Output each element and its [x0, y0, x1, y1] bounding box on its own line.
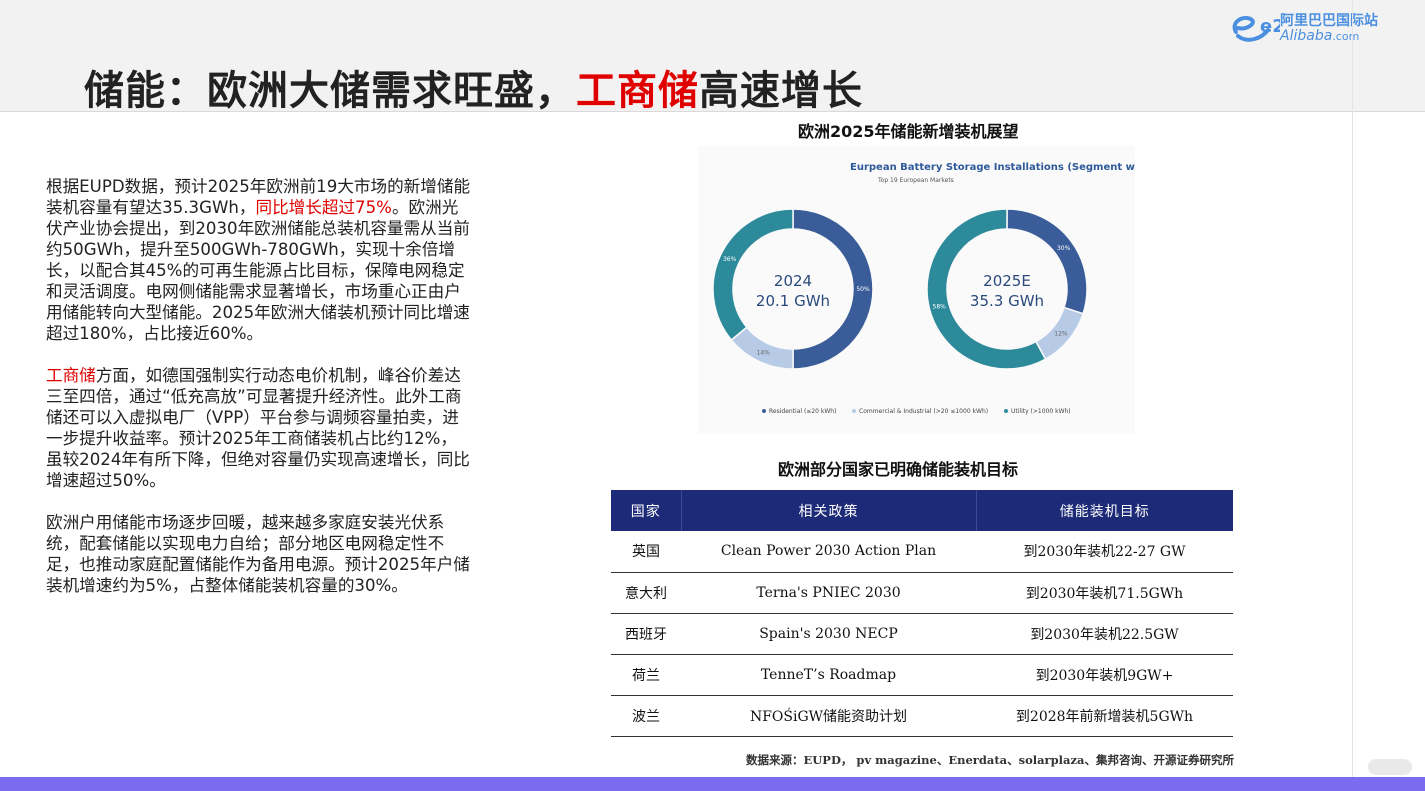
chart-section-title: 欧洲2025年储能新增装机展望: [798, 122, 1019, 141]
slice-label: 36%: [723, 256, 737, 263]
cell-policy: TenneT’s Roadmap: [681, 654, 976, 696]
alibaba-e-icon: e2: [1232, 15, 1285, 42]
cell-policy: Spain's 2030 NECP: [681, 613, 976, 655]
cell-country: 波兰: [611, 695, 681, 737]
cell-target: 到2030年装机71.5GWh: [976, 572, 1233, 614]
table-row: 意大利 Terna's PNIEC 2030 到2030年装机71.5GWh: [611, 572, 1233, 614]
cell-policy: Terna's PNIEC 2030: [681, 572, 976, 614]
slice-label: 50%: [856, 286, 870, 293]
cell-target: 到2028年前新增装机5GWh: [976, 695, 1233, 737]
p2-highlight: 工商储: [46, 366, 96, 385]
header-target: 储能装机目标: [975, 490, 1233, 531]
table-row: 西班牙 Spain's 2030 NECP 到2030年装机22.5GW: [611, 613, 1233, 655]
legend-swatch: [1004, 409, 1008, 413]
logo-en-word: Alibaba: [1280, 28, 1333, 44]
header-policy: 相关政策: [680, 490, 976, 531]
legend-swatch: [762, 409, 766, 413]
targets-table-panel: 国家 相关政策 储能装机目标 英国 Clean Power 2030 Actio…: [599, 481, 1250, 747]
targets-table: 国家 相关政策 储能装机目标 英国 Clean Power 2030 Actio…: [611, 490, 1233, 737]
legend-swatch: [852, 409, 856, 413]
donut-chart-panel: Eurpean Battery Storage Installations (S…: [698, 146, 1135, 434]
cell-target: 到2030年装机9GW+: [976, 654, 1233, 696]
cell-country: 意大利: [611, 572, 681, 614]
alibaba-logo: e2 阿里巴巴国际站 Alibaba.com: [1226, 8, 1396, 48]
body-text: 根据EUPD数据，预计2025年欧洲前19大市场的新增储能装机容量有望达35.3…: [46, 176, 471, 617]
cell-target: 到2030年装机22.5GW: [976, 613, 1233, 655]
title-part1: 储能：欧洲大储需求旺盛，: [84, 68, 576, 114]
p2-text: 方面，如德国强制实行动态电价机制，峰谷价差达三至四倍，通过“低充高放”可显著提升…: [46, 366, 470, 490]
donut-center-year: 2024: [774, 272, 812, 290]
header-country: 国家: [611, 490, 681, 531]
slice-label: 12%: [1054, 331, 1068, 338]
logo-cn-text: 阿里巴巴国际站: [1280, 13, 1378, 29]
data-source-note: 数据来源：EUPD， pv magazine、Enerdata、solarpla…: [746, 753, 1234, 767]
donut-center-year: 2025E: [983, 272, 1031, 290]
cell-country: 西班牙: [611, 613, 681, 655]
donut-slice: [730, 326, 794, 370]
table-row: 英国 Clean Power 2030 Action Plan 到2030年装机…: [611, 531, 1233, 573]
legend-label: Residential (≤20 kWh): [769, 408, 836, 415]
paragraph-residential-storage: 欧洲户用储能市场逐步回暖，越来越多家庭安装光伏系统，配套储能以实现电力自给；部分…: [46, 513, 470, 595]
chart-title: Eurpean Battery Storage Installations (S…: [850, 162, 1135, 173]
legend-label: Utility (>1000 kWh): [1011, 408, 1071, 415]
donut-center-value: 20.1 GWh: [756, 292, 830, 310]
table-header-row: 国家 相关政策 储能装机目标: [611, 490, 1233, 531]
right-guide-line: [1352, 0, 1353, 778]
table-row: 波兰 NFOŚiGW储能资助计划 到2028年前新增装机5GWh: [611, 695, 1233, 737]
chart-subtitle: Top 19 European Markets: [877, 177, 954, 184]
slice-label: 30%: [1057, 245, 1071, 252]
cell-policy: NFOŚiGW储能资助计划: [681, 695, 976, 737]
footer-band: [0, 777, 1425, 791]
page-title: 储能：欧洲大储需求旺盛，工商储高速增长: [84, 58, 863, 116]
title-highlight: 工商储: [576, 68, 699, 114]
table-section-title: 欧洲部分国家已明确储能装机目标: [778, 460, 1019, 479]
logo-mark: e2: [1260, 16, 1280, 37]
donut-chart: Eurpean Battery Storage Installations (S…: [712, 162, 1135, 415]
p1-text-b: 。欧洲光伏产业协会提出，到2030年欧洲储能总装机容量需从当前约50GWh，提升…: [46, 198, 470, 343]
cell-country: 荷兰: [611, 654, 681, 696]
table-row: 荷兰 TenneT’s Roadmap 到2030年装机9GW+: [611, 654, 1233, 696]
slice-label: 58%: [933, 303, 947, 310]
logo-en-suffix: .com: [1332, 30, 1360, 43]
p1-highlight: 同比增长超过75%: [255, 198, 392, 217]
cell-policy: Clean Power 2030 Action Plan: [681, 531, 976, 573]
logo-en-text: Alibaba.com: [1280, 28, 1359, 44]
cell-target: 到2030年装机22-27 GW: [976, 531, 1233, 573]
legend-label: Commercial & Industrial (>20 ≤1000 kWh): [859, 408, 988, 415]
corner-decoration: [1368, 759, 1412, 775]
title-part2: 高速增长: [699, 68, 863, 114]
slice-label: 14%: [757, 349, 771, 356]
paragraph-commercial-storage: 工商储方面，如德国强制实行动态电价机制，峰谷价差达三至四倍，通过“低充高放”可显…: [46, 365, 471, 491]
paragraph-large-storage: 根据EUPD数据，预计2025年欧洲前19大市场的新增储能装机容量有望达35.3…: [46, 176, 471, 344]
cell-country: 英国: [611, 531, 681, 573]
donut-center-value: 35.3 GWh: [970, 292, 1044, 310]
